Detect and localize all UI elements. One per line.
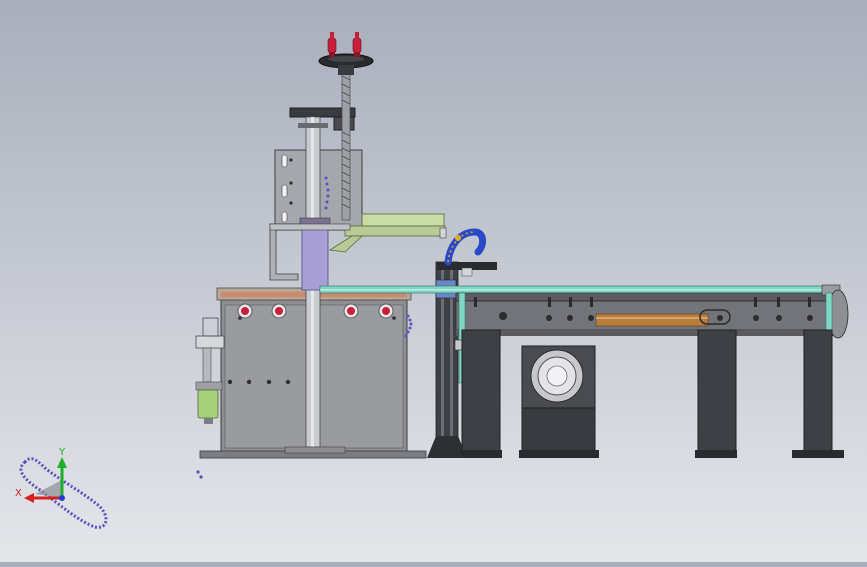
coordinate-triad[interactable]: Y X [15, 447, 108, 529]
pneumatic-cylinder[interactable] [195, 317, 225, 424]
conveyor-leg-1[interactable] [461, 329, 502, 458]
z-axis-arrow [59, 495, 65, 501]
cad-viewport[interactable]: Y X [0, 0, 867, 562]
rod-clamps [454, 334, 831, 351]
side-bracket[interactable] [269, 223, 301, 281]
hand-wheel[interactable] [318, 53, 374, 75]
drive-motor[interactable] [519, 345, 599, 458]
red-knob-left[interactable] [327, 32, 337, 57]
flex-hose-nozzle[interactable] [444, 228, 486, 266]
y-axis-label: Y [58, 447, 66, 458]
lead-screw[interactable] [341, 69, 351, 221]
conveyor-leg-3[interactable] [792, 329, 844, 458]
conveyor-leg-2[interactable] [695, 329, 737, 458]
assembly-drawing[interactable]: Y X [0, 0, 867, 562]
x-axis-label: X [15, 488, 22, 499]
red-knob-right[interactable] [352, 32, 362, 57]
